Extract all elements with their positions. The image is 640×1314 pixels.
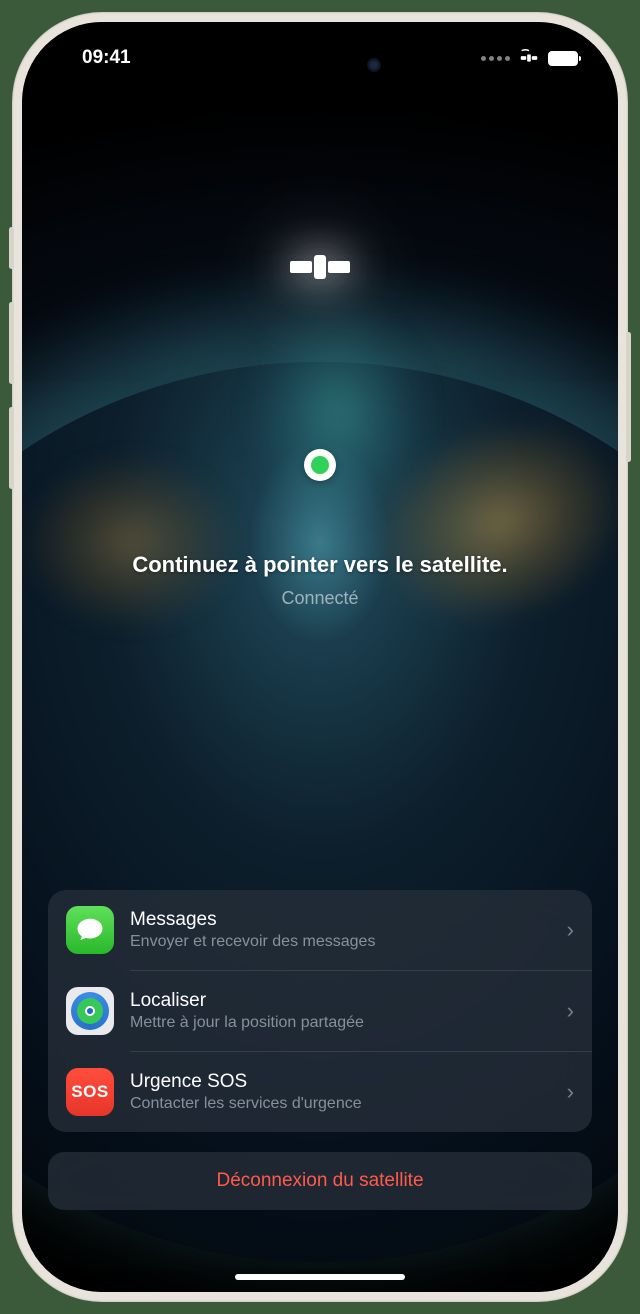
dynamic-island — [245, 44, 395, 86]
instruction-main-text: Continuez à pointer vers le satellite. — [52, 552, 588, 578]
option-title: Messages — [130, 909, 551, 931]
connection-status-text: Connecté — [52, 588, 588, 609]
atmosphere-glow — [248, 302, 428, 522]
cellular-dots-icon — [481, 56, 510, 61]
volume-up-button — [9, 302, 14, 384]
option-messages[interactable]: Messages Envoyer et recevoir des message… — [48, 890, 592, 970]
findmy-icon — [66, 987, 114, 1035]
sos-icon: SOS — [66, 1068, 114, 1116]
chevron-right-icon: › — [567, 1079, 574, 1105]
chevron-right-icon: › — [567, 917, 574, 943]
phone-bezel: 09:41 — [22, 22, 618, 1292]
option-title: Localiser — [130, 990, 551, 1012]
option-subtitle: Mettre à jour la position partagée — [130, 1014, 551, 1032]
volume-down-button — [9, 407, 14, 489]
battery-icon — [548, 51, 578, 66]
option-findmy[interactable]: Localiser Mettre à jour la position part… — [48, 971, 592, 1051]
option-sos[interactable]: SOS Urgence SOS Contacter les services d… — [48, 1052, 592, 1132]
screen: 09:41 — [22, 22, 618, 1292]
silent-switch — [9, 227, 14, 269]
disconnect-button[interactable]: Déconnexion du satellite — [48, 1152, 592, 1210]
instruction-block: Continuez à pointer vers le satellite. C… — [22, 552, 618, 609]
connection-indicator-icon — [304, 449, 336, 481]
status-time: 09:41 — [82, 47, 131, 69]
home-indicator[interactable] — [235, 1274, 405, 1280]
option-subtitle: Envoyer et recevoir des messages — [130, 933, 551, 951]
messages-icon — [66, 906, 114, 954]
option-title: Urgence SOS — [130, 1071, 551, 1093]
chevron-right-icon: › — [567, 998, 574, 1024]
satellite-icon — [300, 247, 340, 287]
satellite-status-icon — [518, 47, 540, 69]
options-card: Messages Envoyer et recevoir des message… — [48, 890, 592, 1132]
phone-frame: 09:41 — [12, 12, 628, 1302]
option-subtitle: Contacter les services d'urgence — [130, 1095, 551, 1113]
status-right — [481, 47, 578, 69]
power-button — [626, 332, 631, 462]
